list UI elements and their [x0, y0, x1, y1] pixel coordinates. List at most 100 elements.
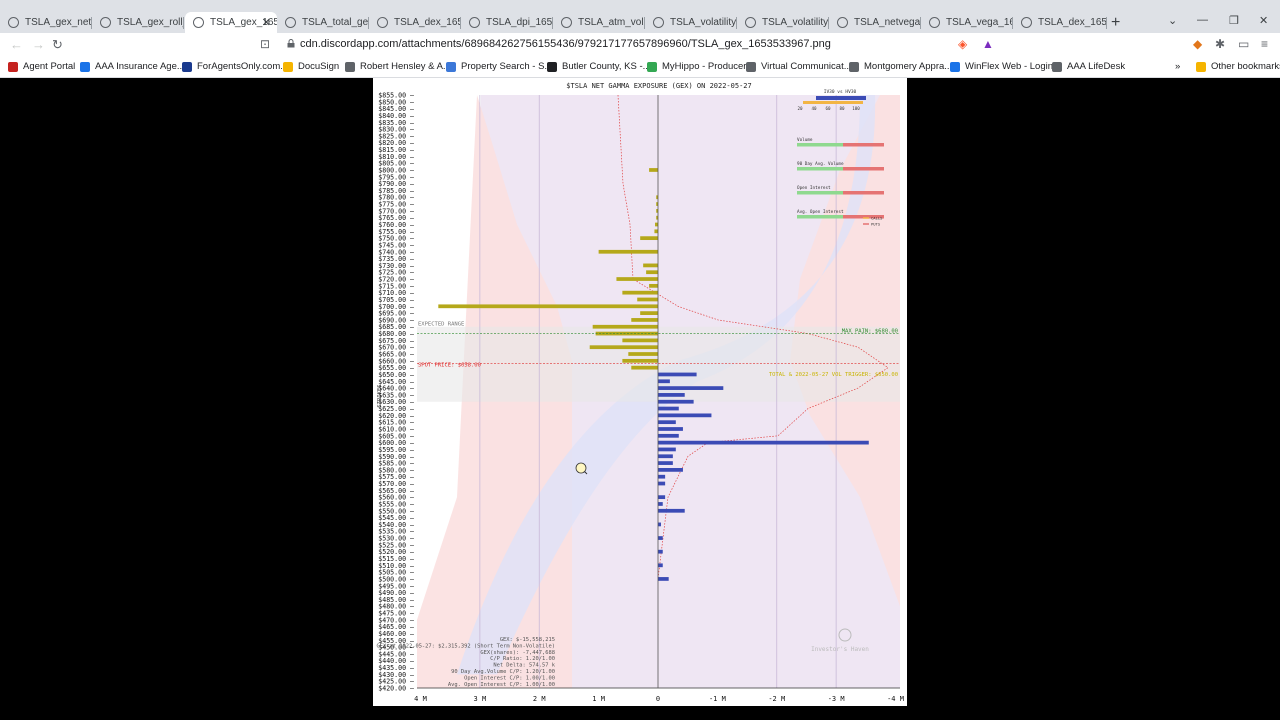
globe-icon	[8, 17, 19, 28]
gex-bar	[616, 277, 658, 281]
inset-tick: 20	[797, 106, 803, 111]
browser-tab[interactable]: TSLA_dex_165353	[369, 12, 461, 33]
tab-search-icon[interactable]: ⌄	[1168, 14, 1177, 27]
gex-bar	[628, 352, 658, 356]
inset-legend-calls: CALLS	[871, 216, 883, 221]
bookmark-label: WinFlex Web - Login	[965, 61, 1053, 72]
gex-bar	[658, 481, 666, 486]
bookmark-label: Robert Hensley & A...	[360, 61, 451, 72]
address-bar[interactable]: cdn.discordapp.com/attachments/689684262…	[300, 38, 831, 50]
bookmark-item[interactable]: Virtual Communicat...	[746, 61, 852, 72]
vol-trigger-label: TOTAL & 2022-05-27 VOL TRIGGER: $650.00	[769, 372, 898, 378]
wallet-icon[interactable]: ▭	[1238, 37, 1249, 51]
x-tick-label: 3 M	[474, 695, 487, 703]
browser-tab[interactable]: TSLA_atm_volatility	[553, 12, 645, 33]
expected-range-label: EXPECTED RANGE	[418, 321, 464, 327]
bookmark-icon[interactable]: ⊡	[260, 37, 270, 51]
gex-bar	[658, 386, 724, 390]
browser-tab[interactable]: TSLA_volatility_mi	[645, 12, 737, 33]
minimize-icon[interactable]: —	[1197, 14, 1208, 26]
close-tab-icon[interactable]: ✕	[262, 16, 271, 29]
gex-bar	[658, 502, 663, 506]
gex-bar	[622, 290, 658, 295]
browser-tab[interactable]: TSLA_vega_16535	[921, 12, 1013, 33]
browser-tab[interactable]: TSLA_dex_165353	[1013, 12, 1107, 33]
gex-bar	[658, 393, 685, 397]
other-bookmarks-folder[interactable]: Other bookmarks	[1196, 61, 1280, 72]
bookmark-item[interactable]: Montgomery Appra...	[849, 61, 952, 72]
bookmark-item[interactable]: ForAgentsOnly.com...	[182, 61, 288, 72]
gex-bar	[598, 249, 658, 254]
folder-icon	[1196, 61, 1206, 72]
brave-shield-icon[interactable]: ◈	[958, 37, 967, 51]
inset-tick: 60	[825, 106, 831, 111]
globe-icon	[929, 17, 940, 28]
bookmark-favicon-icon	[8, 61, 18, 72]
gex-bar	[649, 168, 658, 172]
bookmark-favicon-icon	[746, 61, 756, 72]
bookmark-item[interactable]: Property Search - S...	[446, 61, 552, 72]
gex-bar	[646, 270, 658, 275]
watermark-text: Investor's Haven	[811, 646, 869, 653]
bookmark-item[interactable]: Agent Portal	[8, 61, 75, 72]
forward-button[interactable]: →	[32, 37, 45, 52]
other-bookmarks-label: Other bookmarks	[1211, 61, 1280, 72]
browser-tab[interactable]: TSLA_total_gex_16	[277, 12, 369, 33]
bookmark-item[interactable]: WinFlex Web - Login	[950, 61, 1053, 72]
inset-calls-bar	[797, 215, 843, 219]
gex-bar	[658, 495, 666, 500]
globe-icon	[100, 17, 111, 28]
browser-toolbar: ← → ↻ ⊡ cdn.discordapp.com/attachments/6…	[0, 33, 1280, 57]
more-bookmarks-button[interactable]: »	[1175, 61, 1180, 72]
max-pain-label: MAX PAIN: $680.00	[842, 329, 898, 335]
bookmark-item[interactable]: MyHippo - Producer	[647, 61, 746, 72]
gex-bar	[592, 324, 658, 329]
inset-legend-puts: PUTS	[871, 222, 881, 227]
close-window-icon[interactable]: ✕	[1259, 14, 1268, 27]
new-tab-button[interactable]: +	[1111, 14, 1120, 32]
extensions-icon[interactable]: ✱	[1215, 37, 1225, 51]
browser-tab[interactable]: TSLA_dpi_165353	[461, 12, 553, 33]
bookmark-favicon-icon	[345, 61, 355, 72]
browser-tab[interactable]: TSLA_gex_165353✕	[185, 12, 277, 33]
gex-bar	[658, 420, 676, 425]
bookmark-favicon-icon	[547, 61, 557, 72]
metamask-icon[interactable]: ◆	[1193, 37, 1202, 51]
browser-tab[interactable]: TSLA_gex_net_165	[0, 12, 92, 33]
gex-bar	[631, 318, 658, 322]
bookmark-favicon-icon	[182, 61, 192, 72]
lock-icon[interactable]	[287, 39, 295, 48]
inset-hv-bar	[803, 101, 863, 104]
reload-button[interactable]: ↻	[52, 37, 63, 53]
bookmark-item[interactable]: Robert Hensley & A...	[345, 61, 451, 72]
tab-strip: TSLA_gex_net_165 TSLA_gex_roll_165TSLA_ge…	[0, 0, 1280, 33]
inset-puts-bar	[843, 143, 884, 147]
bookmark-item[interactable]: AAA Insurance Age...	[80, 61, 185, 72]
bookmark-item[interactable]: DocuSign	[283, 61, 339, 72]
gex-bar	[658, 577, 669, 581]
inset-calls-bar	[797, 167, 843, 171]
bookmark-label: Agent Portal	[23, 61, 76, 72]
restore-icon[interactable]: ❐	[1229, 14, 1239, 27]
back-button[interactable]: ←	[10, 37, 23, 52]
brave-rewards-icon[interactable]: ▲	[982, 37, 994, 51]
gex-bar	[658, 372, 697, 377]
y-tick-label: $420.00 —	[378, 685, 414, 693]
gex-bar	[658, 447, 676, 452]
browser-tab[interactable]: TSLA_volatility_ask	[737, 12, 829, 33]
gex-bar	[649, 283, 658, 288]
bookmark-item[interactable]: AAA LifeDesk	[1052, 61, 1125, 72]
gex-bar	[658, 563, 663, 568]
gex-bar	[658, 427, 683, 431]
gex-bar	[658, 468, 683, 472]
x-tick-label: 1 M	[592, 695, 605, 703]
chart-image[interactable]: $TSLA NET GAMMA EXPOSURE (GEX) ON 2022-0…	[373, 78, 907, 706]
browser-tab[interactable]: TSLA_netvega_165	[829, 12, 921, 33]
browser-tab[interactable]: TSLA_gex_roll_165	[92, 12, 184, 33]
gex-bar	[654, 229, 658, 234]
menu-icon[interactable]: ≡	[1261, 37, 1268, 51]
bookmark-item[interactable]: Butler County, KS -...	[547, 61, 651, 72]
gex-bar	[658, 474, 666, 479]
bookmark-favicon-icon	[283, 61, 293, 72]
gex-bar	[622, 338, 658, 343]
